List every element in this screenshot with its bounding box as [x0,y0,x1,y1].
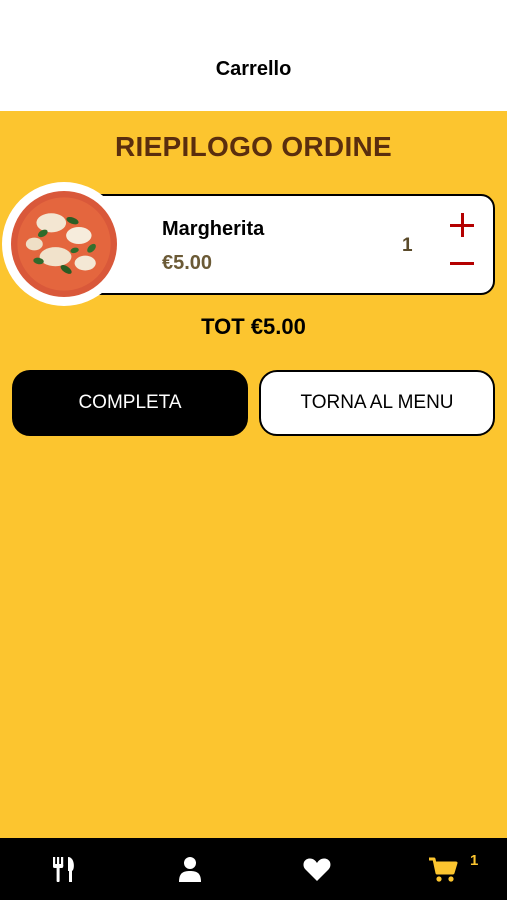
item-image [2,182,126,306]
back-to-menu-button[interactable]: TORNA AL MENU [259,370,495,436]
cart-count-badge: 1 [470,852,479,869]
tab-favorites[interactable] [287,838,347,900]
tab-menu[interactable] [34,838,94,900]
decrease-quantity-button[interactable] [445,248,479,278]
cart-icon [429,857,458,882]
pizza-image [11,191,117,297]
increase-quantity-button[interactable] [445,210,479,240]
item-price: €5.00 [162,252,213,274]
tab-bar [0,838,507,900]
tab-cart[interactable] [413,838,473,900]
item-name: Margherita [162,218,265,240]
tab-profile[interactable] [160,838,220,900]
order-total: TOT €5.00 [201,314,306,339]
heart-icon [303,858,331,881]
navigation-bar: Carrello [0,0,507,111]
user-icon [179,857,201,882]
page-title: Carrello [215,58,292,80]
complete-order-button[interactable]: COMPLETA [12,370,248,436]
fork-knife-icon [53,857,74,882]
order-summary-title: RIEPILOGO ORDINE [114,131,393,162]
minus-icon [450,261,474,265]
item-quantity: 1 [402,235,413,256]
